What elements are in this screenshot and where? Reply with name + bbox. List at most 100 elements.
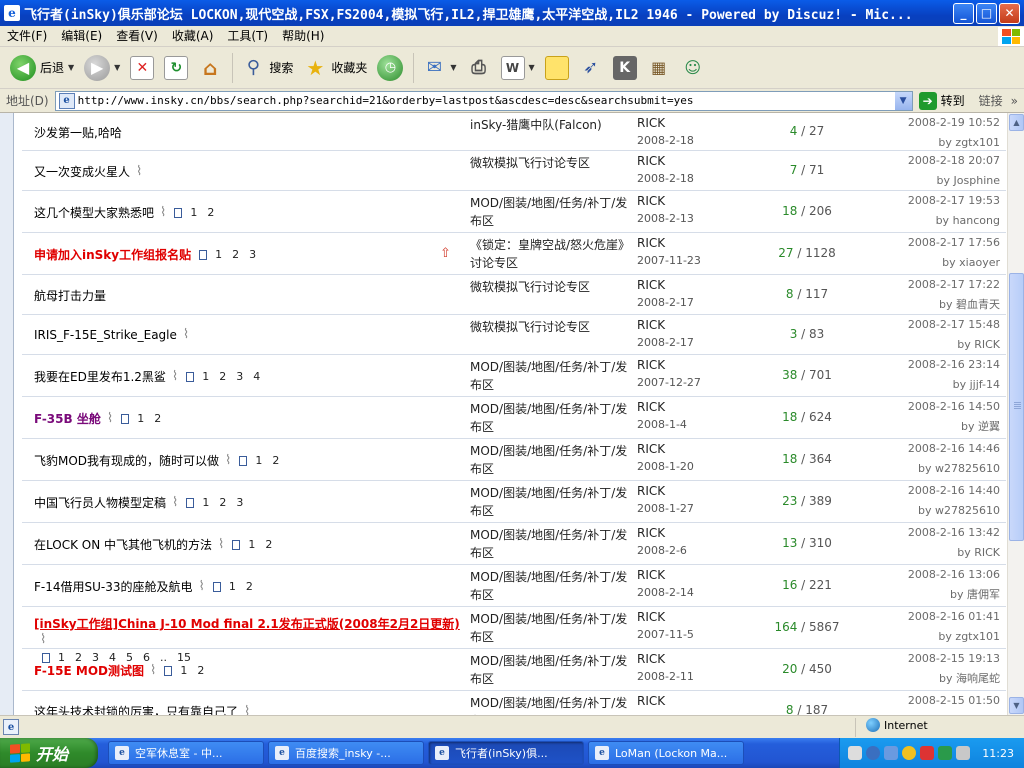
last-post-time[interactable]: 2008-2-16 23:14	[908, 355, 1000, 375]
go-button[interactable]: ➔ 转到	[918, 91, 965, 110]
author-link[interactable]: RICK	[637, 440, 694, 458]
menu-help[interactable]: 帮助(H)	[275, 26, 331, 47]
author-link[interactable]: RICK	[637, 356, 701, 374]
author-link[interactable]: RICK	[637, 566, 694, 584]
author-link[interactable]: RICK	[637, 524, 687, 542]
page-link[interactable]: 1	[180, 664, 187, 677]
page-link[interactable]: 2	[197, 664, 204, 677]
page-link[interactable]: 2	[154, 412, 161, 425]
history-button[interactable]: ◷	[373, 51, 407, 85]
page-link[interactable]: 1	[202, 370, 209, 383]
page-link[interactable]: 3	[236, 370, 243, 383]
qq-icon[interactable]	[902, 746, 917, 760]
stop-button[interactable]: ✕	[126, 51, 158, 85]
edit-button[interactable]: W ▼	[497, 51, 539, 85]
scroll-thumb[interactable]	[1009, 273, 1024, 541]
forward-button[interactable]: ▶ ▼	[80, 51, 124, 85]
page-link[interactable]: 1	[190, 206, 197, 219]
page-link[interactable]: 1	[255, 454, 262, 467]
last-post-time[interactable]: 2008-2-17 17:22	[908, 275, 1000, 295]
home-button[interactable]: ⌂	[194, 51, 226, 85]
forum-link[interactable]: 《锁定：皇牌空战/怒火危崖》讨论专区	[470, 236, 630, 272]
network-icon[interactable]	[884, 746, 899, 760]
note-button[interactable]	[541, 51, 573, 85]
back-button[interactable]: ◀ 后退 ▼	[6, 51, 78, 85]
last-post-time[interactable]: 2008-2-16 13:06	[908, 565, 1000, 585]
author-link[interactable]: RICK	[637, 114, 694, 132]
last-poster-link[interactable]: 唐佣军	[967, 588, 1000, 601]
address-input[interactable]: e http://www.insky.cn/bbs/search.php?sea…	[54, 90, 913, 111]
menu-edit[interactable]: 编辑(E)	[54, 26, 109, 47]
links-button[interactable]: 链接	[979, 92, 1003, 109]
thread-title-link[interactable]: [inSky工作组]China J-10 Mod final 2.1发布正式版(…	[34, 615, 460, 632]
thread-title-link[interactable]: F-15E MOD测试图	[34, 662, 144, 679]
address-url[interactable]: http://www.insky.cn/bbs/search.php?searc…	[78, 94, 895, 107]
print-button[interactable]: ⎙	[463, 51, 495, 85]
page-link[interactable]: 2	[272, 454, 279, 467]
address-dropdown-icon[interactable]: ▼	[894, 91, 912, 110]
forum-link[interactable]: MOD/图装/地图/任务/补丁/发布区	[470, 484, 630, 520]
taskbar-button[interactable]: e 飞行者(inSky)俱...	[428, 741, 584, 765]
thread-title-link[interactable]: 中国飞行员人物模型定稿	[34, 494, 166, 511]
last-post-time[interactable]: 2008-2-19 10:52	[908, 113, 1000, 133]
thread-title-link[interactable]: 航母打击力量	[34, 287, 106, 304]
page-link[interactable]: 2	[219, 496, 226, 509]
last-poster-link[interactable]: RICK	[974, 338, 1000, 351]
last-poster-link[interactable]: hancong	[953, 214, 1000, 227]
forum-link[interactable]: 微软模拟飞行讨论专区	[470, 278, 630, 296]
title-bar[interactable]: e 飞行者(inSky)俱乐部论坛 LOCKON,现代空战,FSX,FS2004…	[0, 0, 1024, 26]
author-link[interactable]: RICK	[637, 650, 694, 668]
forward-dropdown-icon[interactable]: ▼	[114, 63, 120, 72]
thread-title-link[interactable]: F-14借用SU-33的座舱及航电	[34, 578, 193, 595]
last-post-time[interactable]: 2008-2-17 19:53	[908, 191, 1000, 211]
thread-title-link[interactable]: IRIS_F-15E_Strike_Eagle	[34, 328, 177, 342]
forum-link[interactable]: MOD/图装/地图/任务/补丁/发布区	[470, 194, 630, 230]
last-poster-link[interactable]: Josphine	[954, 174, 1000, 187]
close-button[interactable]: ✕	[999, 2, 1020, 24]
mail-dropdown-icon[interactable]: ▼	[450, 63, 456, 72]
last-post-time[interactable]: 2008-2-17 17:56	[908, 233, 1000, 253]
page-link[interactable]: 4	[253, 370, 260, 383]
author-link[interactable]: RICK	[637, 192, 694, 210]
author-link[interactable]: RICK	[637, 234, 701, 252]
back-dropdown-icon[interactable]: ▼	[68, 63, 74, 72]
last-post-time[interactable]: 2008-2-16 13:42	[908, 523, 1000, 543]
forum-link[interactable]: MOD/图装/地图/任务/补丁/发布区	[470, 568, 630, 604]
links-chevron-icon[interactable]: »	[1011, 94, 1018, 108]
last-post-time[interactable]: 2008-2-16 14:40	[908, 481, 1000, 501]
last-post-time[interactable]: 2008-2-16 14:46	[908, 439, 1000, 459]
thread-title-link[interactable]: 沙发第一贴,哈哈	[34, 124, 122, 141]
last-poster-link[interactable]: 碧血青天	[956, 298, 1000, 311]
keyboard-icon[interactable]	[848, 746, 863, 760]
research-button[interactable]: ▦	[643, 51, 675, 85]
author-link[interactable]: RICK	[637, 152, 694, 170]
thread-title-link[interactable]: F-35B 坐舱	[34, 410, 101, 427]
scroll-down-icon[interactable]: ▼	[1009, 697, 1024, 714]
author-link[interactable]: RICK	[637, 316, 694, 334]
page-link[interactable]: 2	[246, 580, 253, 593]
last-poster-link[interactable]: 海响尾蛇	[956, 672, 1000, 685]
thread-title-link[interactable]: 在LOCK ON 中飞其他飞机的方法	[34, 536, 212, 553]
taskbar-button[interactable]: e LoMan (Lockon Ma...	[588, 741, 744, 765]
last-poster-link[interactable]: w27825610	[935, 504, 1000, 517]
last-post-time[interactable]: 2008-2-16 14:50	[908, 397, 1000, 417]
thread-title-link[interactable]: 这几个模型大家熟悉吧	[34, 204, 154, 221]
last-poster-link[interactable]: RICK	[974, 546, 1000, 559]
page-link[interactable]: 2	[265, 538, 272, 551]
taskbar-button[interactable]: e 空军休息室 - 中...	[108, 741, 264, 765]
vertical-scrollbar[interactable]: ▲ ▼	[1007, 113, 1024, 715]
k-tool-button[interactable]: K	[609, 51, 641, 85]
forum-link[interactable]: inSky-猎鹰中队(Falcon)	[470, 116, 630, 134]
author-link[interactable]: RICK	[637, 482, 694, 500]
last-poster-link[interactable]: zgtx101	[955, 630, 1000, 643]
minimize-button[interactable]: _	[953, 2, 974, 24]
mail-button[interactable]: ✉ ▼	[418, 51, 460, 85]
forum-link[interactable]: MOD/图装/地图/任务/补丁/发布区	[470, 442, 630, 478]
page-link[interactable]: 3	[249, 248, 256, 261]
last-post-time[interactable]: 2008-2-18 20:07	[908, 151, 1000, 171]
start-button[interactable]: 开始	[0, 738, 98, 768]
antivirus-icon[interactable]	[938, 746, 953, 760]
favorites-button[interactable]: ★ 收藏夹	[299, 51, 371, 85]
thread-title-link[interactable]: 又一次变成火星人	[34, 163, 130, 180]
page-link[interactable]: 1	[215, 248, 222, 261]
